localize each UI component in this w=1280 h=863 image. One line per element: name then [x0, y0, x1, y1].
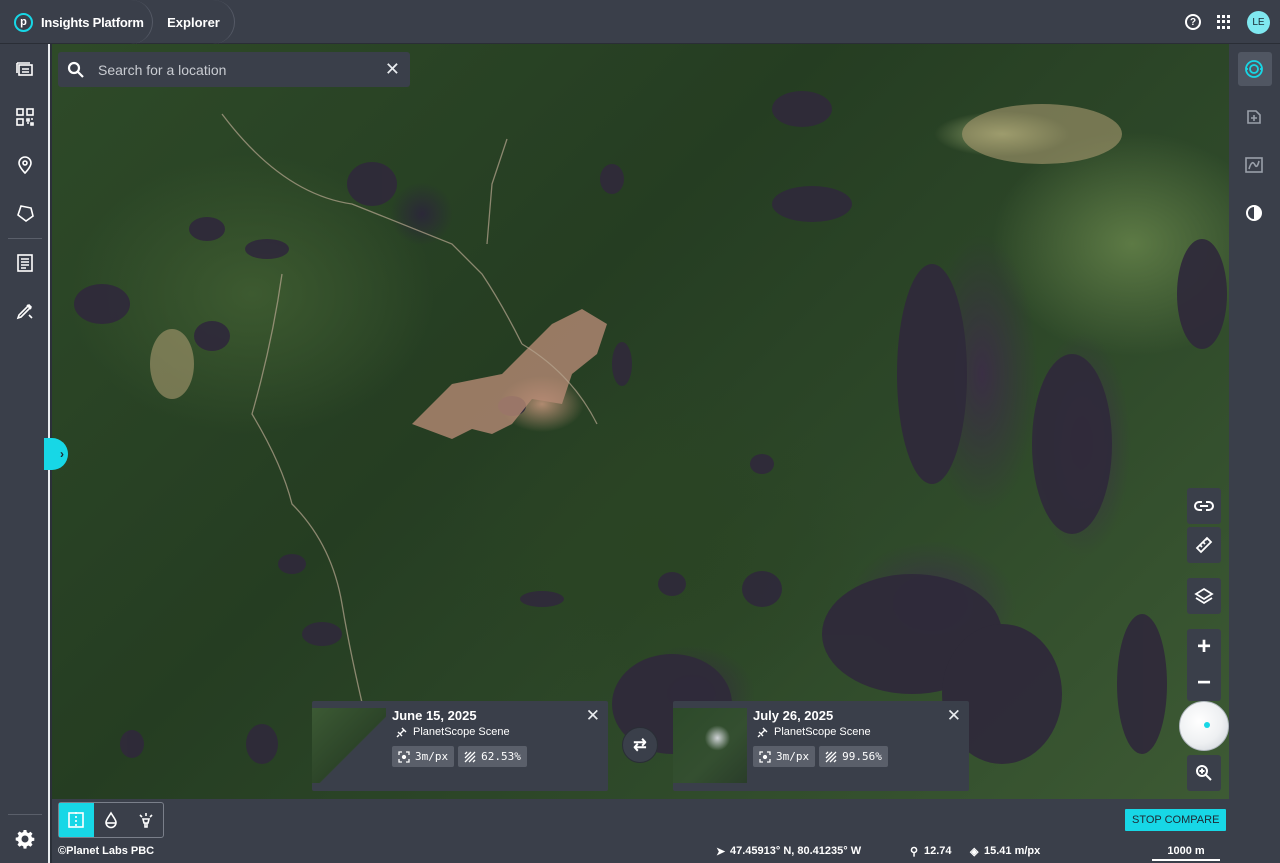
- gear-icon[interactable]: [13, 827, 37, 851]
- scene-source: PlanetScope Scene: [756, 725, 871, 739]
- pixel-size-icon: ◈: [970, 846, 979, 858]
- drop-icon[interactable]: [94, 803, 129, 837]
- globe-overview[interactable]: [1179, 701, 1229, 751]
- layers-icon[interactable]: [1187, 578, 1221, 614]
- coverage-icon: [825, 751, 837, 762]
- link-icon[interactable]: [1187, 488, 1221, 524]
- layers-stack-icon[interactable]: [13, 57, 37, 81]
- brand-name: Insights Platform: [41, 14, 144, 30]
- help-icon[interactable]: ?: [1185, 14, 1201, 30]
- resolution-badge: 3m/px: [392, 746, 455, 767]
- location-search: Search for a location ✕: [58, 52, 410, 87]
- scene-thumbnail: [312, 708, 386, 783]
- qr-grid-icon[interactable]: [13, 105, 37, 129]
- close-icon[interactable]: ✕: [947, 706, 961, 726]
- map-pin-icon[interactable]: [13, 153, 37, 177]
- add-analysis-icon[interactable]: [1242, 105, 1266, 129]
- zoom-controls: + −: [1187, 629, 1221, 701]
- satellite-icon: [396, 727, 407, 738]
- contrast-icon[interactable]: [1242, 201, 1266, 225]
- coverage-badge: 99.56%: [819, 746, 888, 767]
- scene-thumbnail: [673, 708, 747, 783]
- scene-date: June 15, 2025: [392, 708, 477, 723]
- resolution-icon: [759, 750, 771, 763]
- timeline-chart-icon[interactable]: [1242, 153, 1266, 177]
- compare-card-right[interactable]: July 26, 2025 PlanetScope Scene ✕ 3m/px …: [673, 701, 969, 791]
- coverage-icon: [464, 751, 476, 762]
- resolution-icon: [398, 750, 410, 763]
- scene-source: PlanetScope Scene: [395, 725, 510, 739]
- coverage-badge: 62.53%: [458, 746, 527, 767]
- zoom-out-button[interactable]: −: [1187, 665, 1221, 701]
- status-bar: ©Planet Labs PBC ➤ 47.45913° N, 80.41235…: [52, 842, 1229, 863]
- resolution-badge: 3m/px: [753, 746, 816, 767]
- scene-date: July 26, 2025: [753, 708, 834, 723]
- satellite-icon: [757, 727, 768, 738]
- breadcrumb-explorer[interactable]: Explorer: [153, 0, 235, 44]
- spotlight-icon[interactable]: [128, 803, 163, 837]
- avatar[interactable]: LE: [1247, 10, 1270, 34]
- scale-bar: 1000 m: [1152, 845, 1220, 861]
- navigation-arrow-icon: ➤: [716, 846, 726, 858]
- apps-grid-icon[interactable]: [1217, 15, 1231, 29]
- zoom-level: 12.74: [924, 845, 952, 857]
- document-list-icon[interactable]: [13, 251, 37, 275]
- left-sidebar: [0, 44, 50, 863]
- pixel-size: 15.41 m/px: [984, 845, 1041, 857]
- location-marker: [1204, 722, 1210, 728]
- polygon-icon[interactable]: [13, 201, 37, 225]
- stop-compare-button[interactable]: STOP COMPARE: [1125, 809, 1227, 831]
- zoom-in-button[interactable]: +: [1187, 629, 1221, 665]
- close-icon[interactable]: ✕: [586, 706, 600, 726]
- search-input[interactable]: Search for a location: [98, 62, 385, 78]
- search-icon: [66, 60, 86, 80]
- swap-scenes-button[interactable]: ⇄: [622, 727, 658, 763]
- bottom-toolbar: STOP COMPARE: [52, 799, 1229, 842]
- compare-mode-selector: [58, 802, 164, 838]
- split-view-icon[interactable]: [59, 803, 94, 837]
- monitoring-icon[interactable]: [1242, 57, 1266, 81]
- right-sidebar: [1229, 44, 1280, 863]
- compare-card-left[interactable]: June 15, 2025 PlanetScope Scene ✕ 3m/px …: [312, 701, 608, 791]
- top-right-actions: ? LE: [1185, 0, 1270, 44]
- edit-draw-icon[interactable]: [13, 299, 37, 323]
- attribution: ©Planet Labs PBC: [58, 845, 155, 857]
- top-bar: p Insights Platform Explorer ? LE: [0, 0, 1280, 44]
- clear-search-icon[interactable]: ✕: [385, 59, 400, 80]
- ruler-icon[interactable]: [1187, 527, 1221, 563]
- planet-logo-icon: p: [14, 12, 33, 32]
- cursor-coordinates: 47.45913° N, 80.41235° W: [730, 845, 862, 857]
- satellite-map[interactable]: [52, 44, 1229, 799]
- zoom-search-icon: ⚲: [910, 846, 919, 858]
- zoom-area-icon[interactable]: [1187, 755, 1221, 791]
- brand[interactable]: p Insights Platform: [0, 0, 153, 44]
